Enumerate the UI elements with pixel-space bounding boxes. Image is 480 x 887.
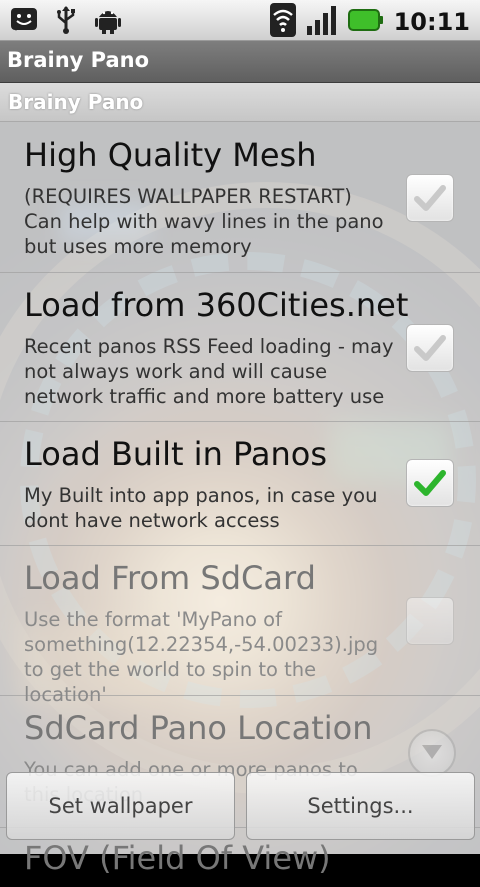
status-bar: 10:11: [0, 0, 480, 41]
check-icon: [414, 335, 446, 361]
app-title: Brainy Pano: [7, 48, 150, 72]
pref-title: FOV (Field Of View): [24, 839, 331, 877]
pref-load-360cities[interactable]: Load from 360Cities.net Recent panos RSS…: [0, 272, 480, 422]
pref-load-built-in-panos[interactable]: Load Built in Panos My Built into app pa…: [0, 421, 480, 546]
pref-summary: Use the format 'MyPano of something(12.2…: [24, 608, 379, 706]
battery-icon: [347, 8, 384, 36]
pref-title: Load Built in Panos: [24, 435, 328, 473]
pref-title: Load from 360Cities.net: [24, 286, 409, 324]
pref-title: SdCard Pano Location: [24, 709, 373, 747]
pref-summary: My Built into app panos, in case you don…: [24, 484, 378, 532]
pref-high-quality-mesh[interactable]: High Quality Mesh (REQUIRES WALLPAPER RE…: [0, 122, 480, 273]
load-360cities-checkbox[interactable]: [406, 324, 454, 372]
android-robot-icon: [92, 4, 124, 36]
usb-icon: [50, 4, 82, 36]
pref-summary: Recent panos RSS Feed loading - may not …: [24, 335, 394, 408]
pref-title: Load From SdCard: [24, 559, 316, 597]
high-quality-mesh-checkbox[interactable]: [406, 174, 454, 222]
signal-icon: [306, 4, 338, 40]
preferences-list: High Quality Mesh (REQUIRES WALLPAPER RE…: [0, 122, 480, 877]
check-icon: [414, 185, 446, 211]
load-from-sdcard-checkbox[interactable]: [406, 597, 454, 645]
dropdown-icon[interactable]: [408, 729, 456, 777]
pref-title: High Quality Mesh: [24, 136, 317, 174]
set-wallpaper-button[interactable]: Set wallpaper: [6, 772, 235, 840]
settings-button[interactable]: Settings...: [246, 772, 475, 840]
check-icon: [414, 470, 446, 496]
category-title: Brainy Pano: [8, 90, 144, 114]
android-face-icon: [8, 4, 40, 36]
status-clock: 10:11: [393, 8, 470, 36]
pref-load-from-sdcard[interactable]: Load From SdCard Use the format 'MyPano …: [0, 545, 480, 706]
preference-category-header: Brainy Pano: [0, 83, 480, 122]
app-title-bar: Brainy Pano: [0, 41, 480, 83]
wifi-icon: [269, 3, 296, 41]
pref-summary: (REQUIRES WALLPAPER RESTART) Can help wi…: [24, 185, 384, 258]
load-built-in-panos-checkbox[interactable]: [406, 459, 454, 507]
